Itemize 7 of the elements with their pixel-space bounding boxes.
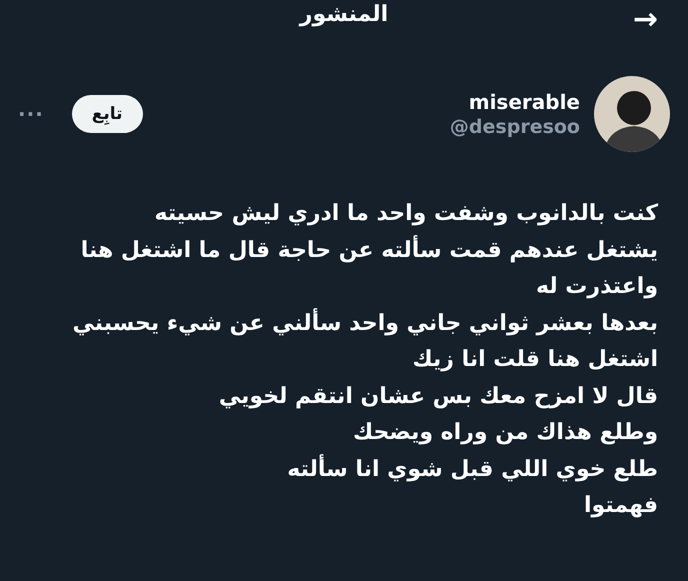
post-text: كنت بالدانوب وشفت واحد ما ادري ليش حسيته يشتغل عندهم قمت سألته عن حاجة قال ما اشتغل هنا واعتذرت له بعدها بعشر ثواني جاني واحد سألني عن شيء يحسبني اشتغل هنا قلت انا زيك قال لا امزح معك بس عشان انتقم لخويي وطلع هذاك من وراه ويضحك طلع خوي اللي قبل شوي انا سألته فهمتوا bbox=[71, 200, 658, 520]
author-name[interactable]: miserable bbox=[450, 90, 580, 114]
more-icon[interactable]: ··· bbox=[18, 102, 44, 126]
back-icon[interactable]: → bbox=[632, 5, 658, 35]
author-handle[interactable]: @despresoo bbox=[450, 116, 580, 138]
page-title: المنشور bbox=[300, 2, 388, 27]
follow-button[interactable]: تابِع bbox=[72, 95, 143, 133]
